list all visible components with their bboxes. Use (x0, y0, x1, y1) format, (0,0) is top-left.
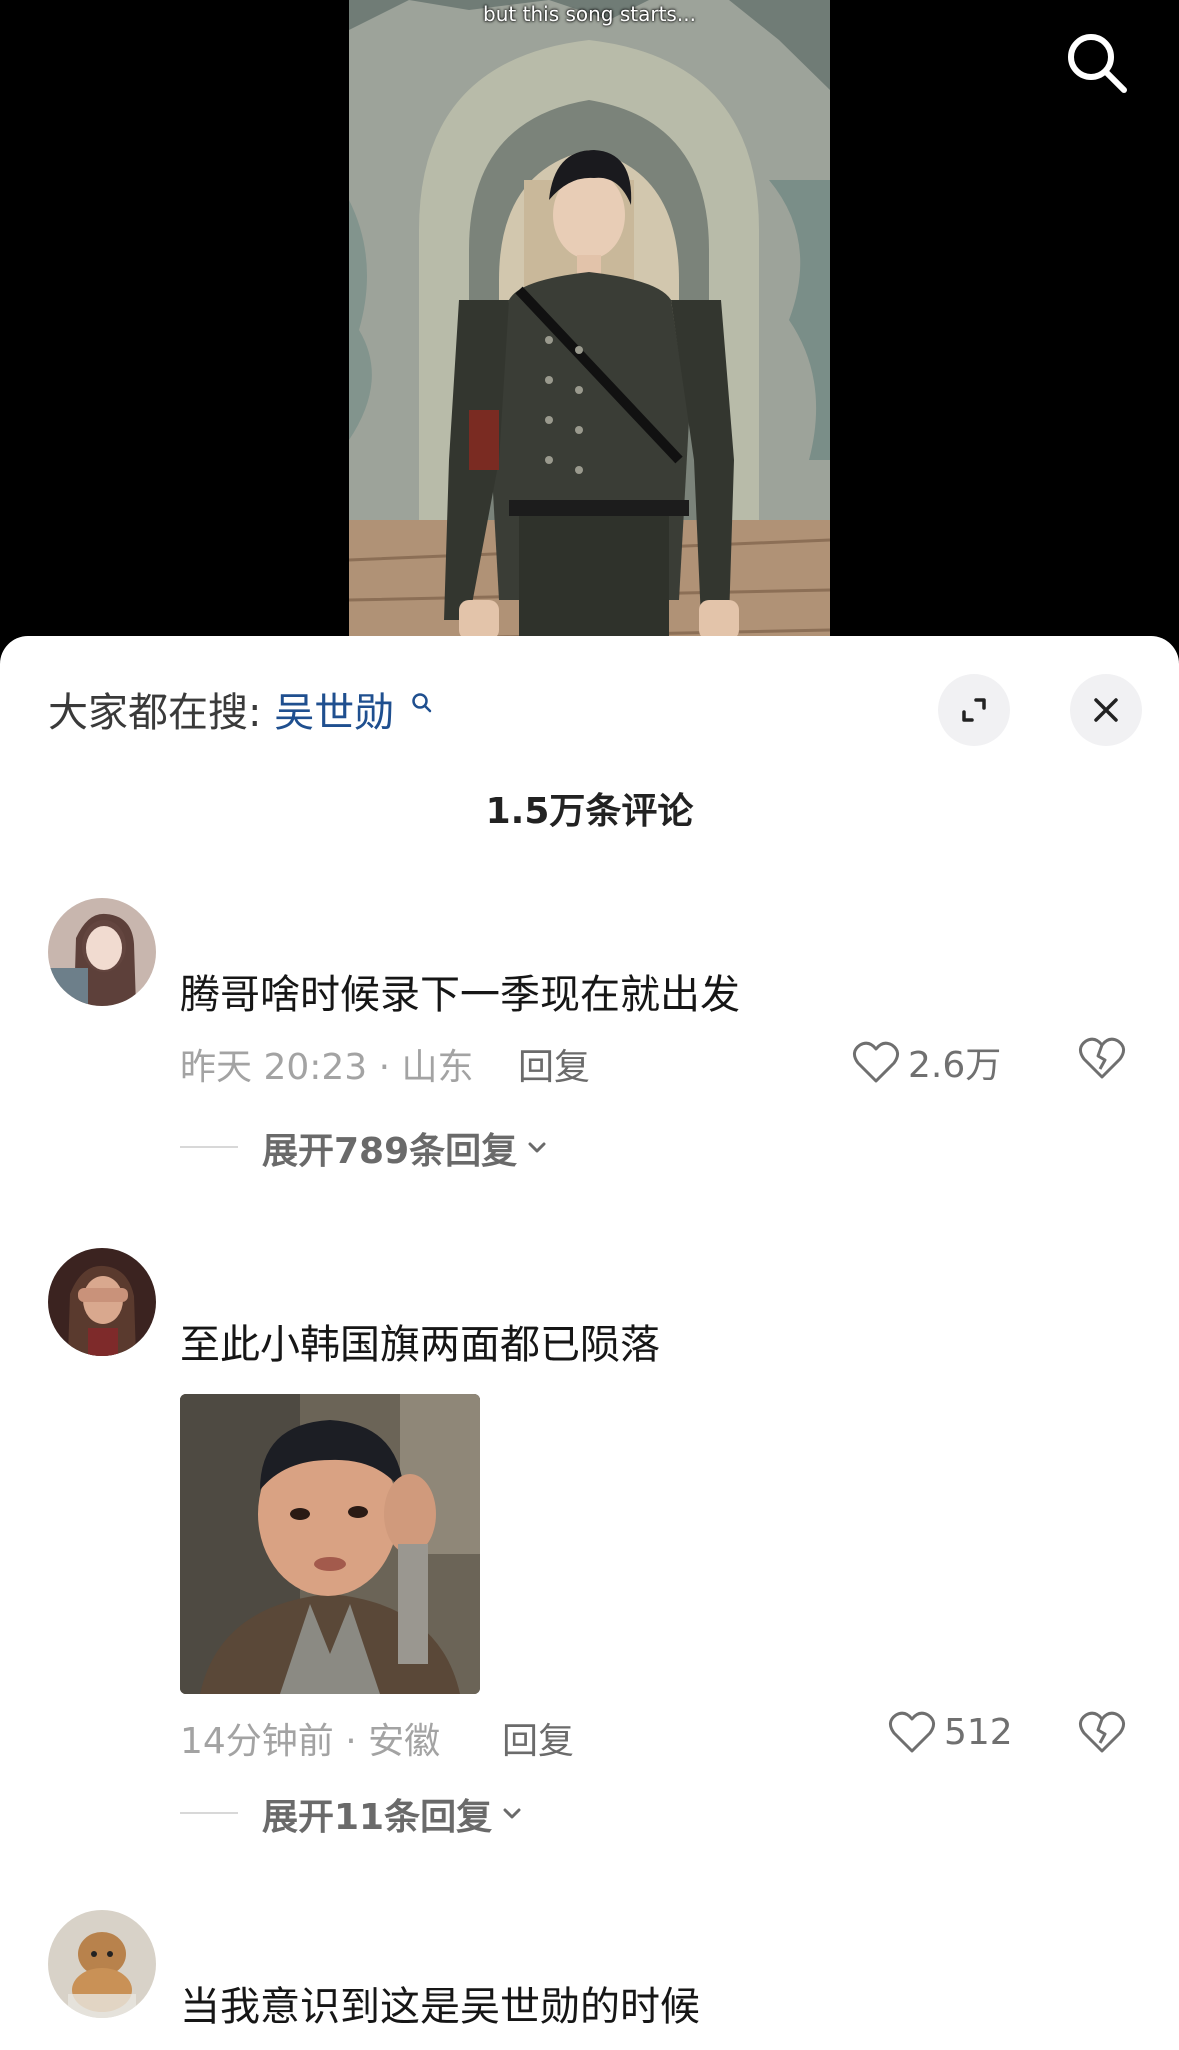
heart-icon (889, 1711, 935, 1753)
heart-icon (853, 1041, 899, 1083)
chevron-down-icon (528, 1142, 546, 1153)
screen: but this song starts... 大家都在搜: 吴世勋 1.5万条… (0, 0, 1179, 2050)
reply-button[interactable]: 回复 (502, 1712, 574, 1764)
divider (180, 1146, 238, 1148)
video-thumbnail (349, 0, 830, 660)
expand-icon[interactable] (938, 674, 1010, 746)
expand-replies-label: 展开789条回复 (262, 1131, 518, 1172)
comment-meta: 14分钟前 · 安徽 (180, 1721, 441, 1762)
chevron-down-icon (503, 1808, 521, 1819)
search-small-icon (411, 680, 433, 726)
broken-heart-icon (1079, 1037, 1125, 1079)
comment-text: 至此小韩国旗两面都已陨落 (180, 1322, 660, 1368)
avatar[interactable] (48, 1910, 156, 2018)
divider (180, 1812, 238, 1814)
like-button[interactable]: 2.6万 (852, 1036, 1001, 1088)
comment-text: 当我意识到这是吴世勋的时候 (180, 1984, 700, 2030)
comment-text: 腾哥啥时候录下一季现在就出发 (180, 972, 740, 1018)
reply-button[interactable]: 回复 (518, 1038, 590, 1090)
like-button[interactable]: 512 (888, 1710, 1013, 1754)
search-icon[interactable] (1060, 26, 1132, 98)
comment-meta: 昨天 20:23 · 山东 (180, 1047, 474, 1088)
like-count: 512 (944, 1711, 1013, 1753)
hot-search-bar[interactable]: 大家都在搜: 吴世勋 (48, 680, 433, 738)
close-icon[interactable] (1070, 674, 1142, 746)
video-frame[interactable]: but this song starts... (349, 0, 830, 660)
comment-sheet: 大家都在搜: 吴世勋 1.5万条评论 腾哥啥时候录下一季现在就出发 昨天 20:… (0, 636, 1179, 2050)
video-caption: but this song starts... (483, 2, 696, 26)
expand-replies-button[interactable]: 展开789条回复 (262, 1122, 549, 1174)
video-player[interactable]: but this song starts... (0, 0, 1179, 660)
broken-heart-icon (1079, 1711, 1125, 1753)
comment-item: 至此小韩国旗两面都已陨落 14分钟前 · 安徽 回复 512 (0, 1248, 1179, 1768)
dislike-button[interactable] (1078, 1036, 1126, 1084)
dislike-button[interactable] (1078, 1710, 1126, 1758)
hot-search-label: 大家都在搜: (48, 690, 262, 736)
comment-sticker-image[interactable] (180, 1394, 480, 1694)
expand-replies-label: 展开11条回复 (262, 1797, 493, 1838)
comment-item: 腾哥啥时候录下一季现在就出发 昨天 20:23 · 山东 回复 2.6万 展开7… (0, 898, 1179, 1228)
avatar[interactable] (48, 898, 156, 1006)
comment-count: 1.5万条评论 (485, 791, 694, 832)
hot-search-keyword[interactable]: 吴世勋 (274, 690, 394, 736)
like-count: 2.6万 (908, 1045, 1002, 1086)
avatar[interactable] (48, 1248, 156, 1356)
expand-replies-button[interactable]: 展开11条回复 (262, 1788, 524, 1840)
comment-item: 当我意识到这是吴世勋的时候 (0, 1910, 1179, 2050)
